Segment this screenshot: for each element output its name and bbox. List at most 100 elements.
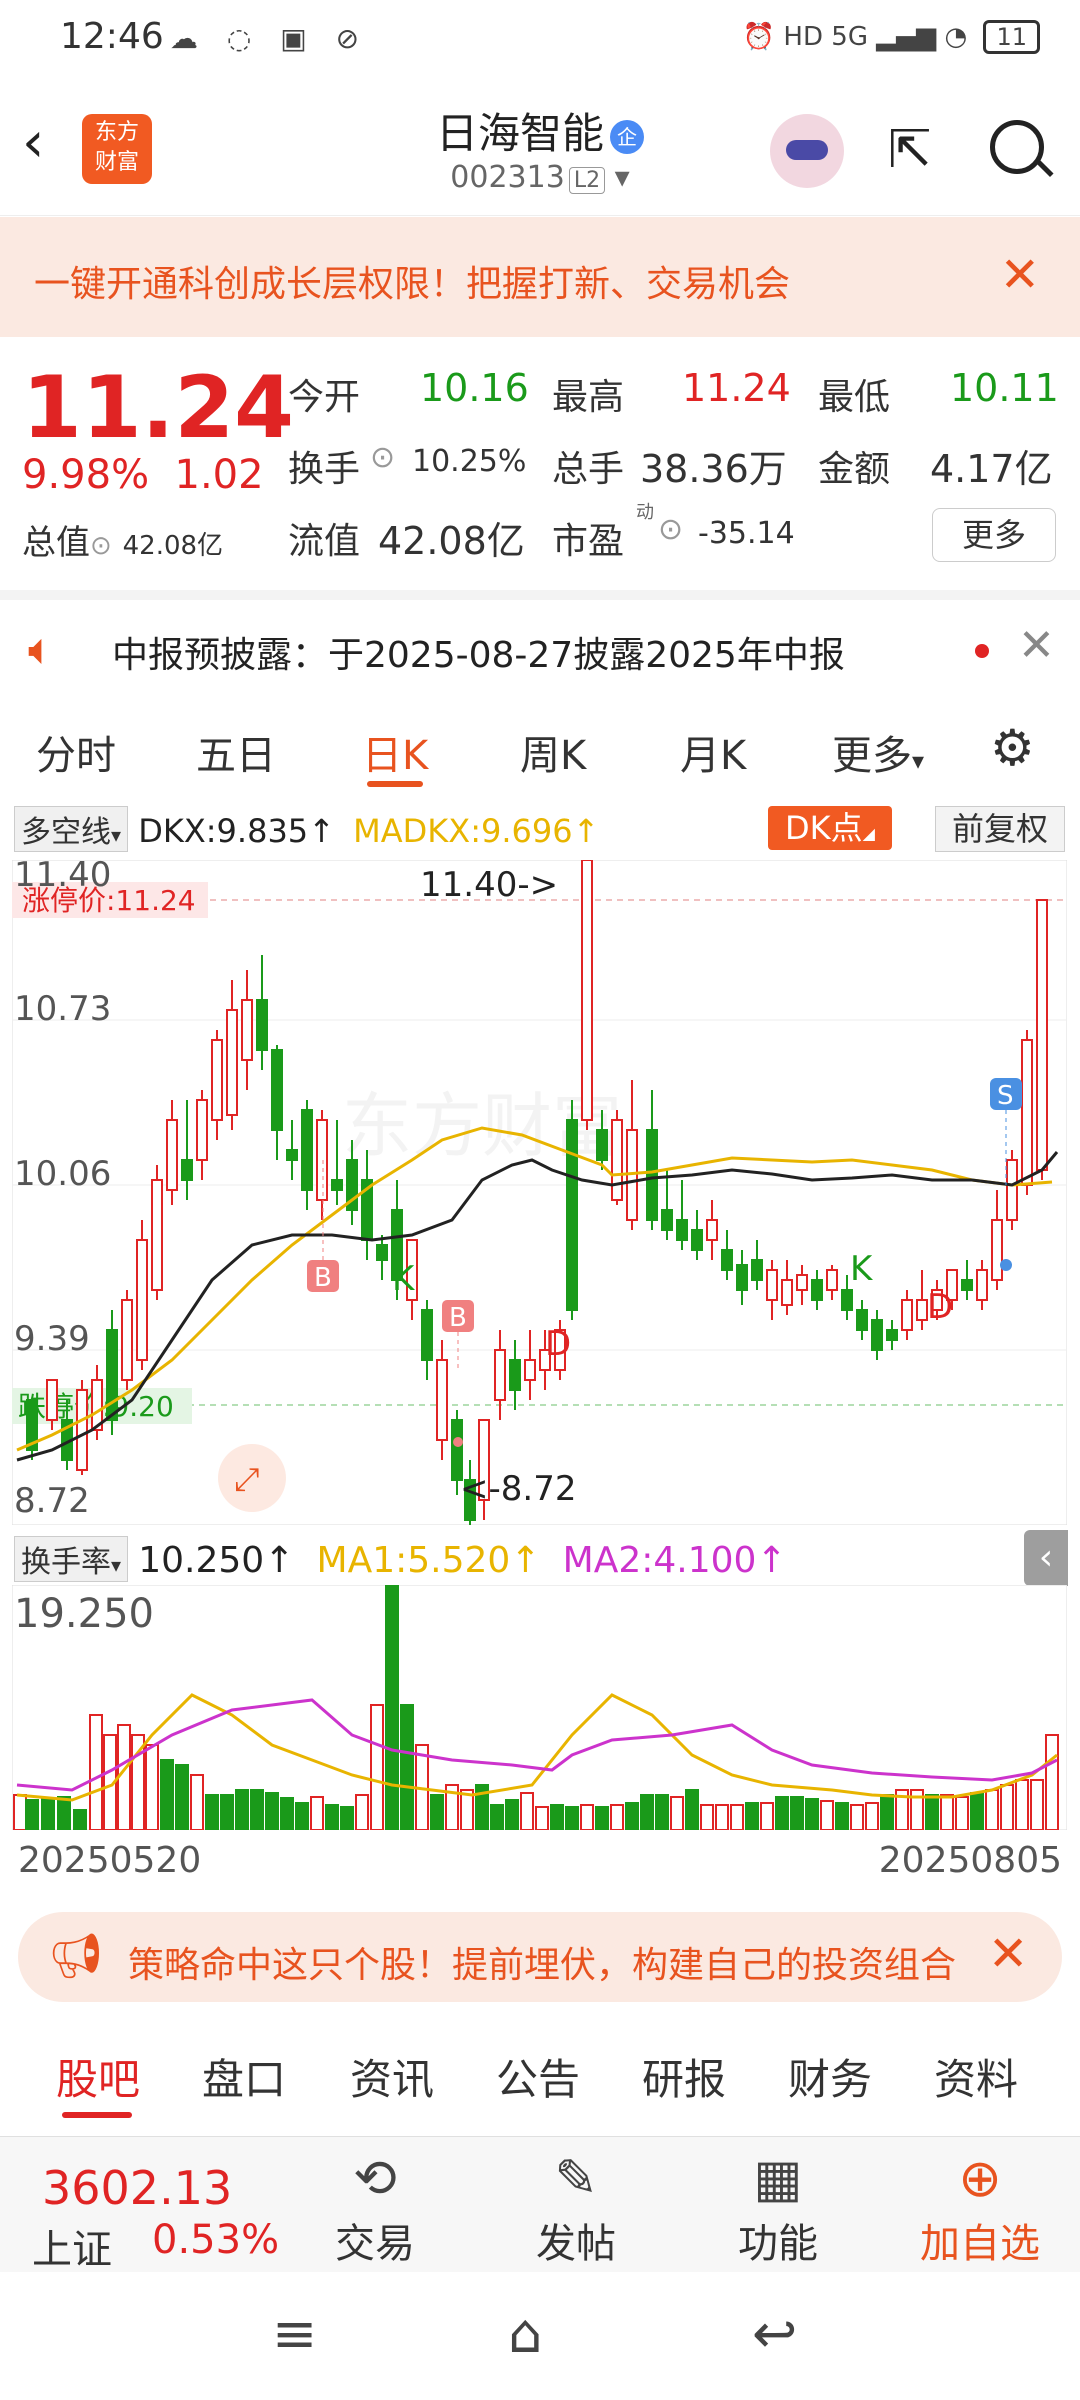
turnover-bar [820, 1800, 834, 1830]
volume-indicator-name: 换手率 [21, 1545, 111, 1580]
high-label: 最高 [552, 377, 625, 418]
candle-body [646, 1129, 658, 1221]
functions-label: 功能 [738, 2221, 818, 2267]
candle-body [856, 1309, 868, 1331]
dk-point-label: DK点 [785, 809, 863, 847]
expand-icon[interactable]: ⤢ [234, 1460, 260, 1498]
turnover-bar [235, 1789, 249, 1830]
tab-profile[interactable]: 资料 [934, 2046, 1018, 2107]
content-tabs: 股吧 盘口 资讯 公告 研报 财务 资料 [0, 2020, 1080, 2130]
pe-label: 市盈 [552, 521, 625, 562]
signal-buy: B [314, 1263, 332, 1293]
battery-icon: 11 [983, 20, 1040, 54]
collapse-arrow-icon[interactable]: ‹ [1024, 1530, 1068, 1586]
share-icon[interactable]: ⇱ [888, 120, 932, 180]
signal-sell: S [997, 1081, 1014, 1111]
turnover-bar [205, 1794, 219, 1830]
strategy-banner[interactable]: 📢︎ 策略命中这只个股！提前埋伏，构建自己的投资组合 ✕ [18, 1912, 1062, 2002]
adjust-button[interactable]: 前复权 [935, 806, 1065, 852]
notice-bar[interactable]: 🔈︎ 中报预披露：于2025-08-27披露2025年中报 ✕ [0, 590, 1080, 702]
tab-daily-k[interactable]: 日K [362, 723, 428, 781]
back-nav-icon[interactable]: ↩ [752, 2302, 797, 2365]
grid-icon: ▦ [753, 2149, 803, 2209]
turnover-bar [220, 1794, 234, 1830]
dropdown-icon: ▾ [111, 1553, 122, 1577]
close-icon[interactable]: ✕ [1000, 247, 1040, 303]
home-icon[interactable]: ⌂ [508, 2302, 542, 2365]
tab-guba[interactable]: 股吧 [56, 2046, 140, 2107]
promo-banner[interactable]: 一键开通科创成长层权限！把握打新、交易机会 ✕ [0, 217, 1080, 337]
tab-more[interactable]: 更多▾ [832, 723, 924, 781]
turnover-bar [940, 1794, 954, 1830]
candle-body [736, 1264, 748, 1291]
tab-finance[interactable]: 财务 [788, 2046, 872, 2107]
candle-body [901, 1299, 913, 1331]
info-icon[interactable]: ⊙ [658, 512, 683, 547]
turnover-bar [715, 1804, 729, 1830]
turnover-bar [850, 1804, 864, 1830]
candle-body [106, 1329, 118, 1421]
stock-code-text: 002313 [450, 160, 565, 195]
status-time: 12:46 [60, 16, 164, 57]
turnover-bar [1015, 1779, 1029, 1830]
yuan-icon: ⟲ [353, 2149, 397, 2209]
tab-announcements[interactable]: 公告 [496, 2046, 580, 2107]
dkx-text: DKX:9.835 [138, 812, 309, 850]
tab-five-day[interactable]: 五日 [196, 723, 276, 781]
add-watchlist-button[interactable]: ⊕ 加自选 [910, 2147, 1050, 2269]
more-button[interactable]: 更多 [932, 508, 1056, 562]
turnover-bar [73, 1809, 87, 1830]
gear-icon[interactable]: ⚙ [990, 719, 1035, 777]
tab-news[interactable]: 资讯 [350, 2046, 434, 2107]
menu-icon[interactable]: ≡ [272, 2302, 317, 2365]
turnover-chart[interactable]: 19.250 [12, 1585, 1067, 1830]
turnover-bar [41, 1797, 55, 1830]
date-end: 20250805 [878, 1840, 1062, 1881]
tab-research[interactable]: 研报 [642, 2046, 726, 2107]
y-label: 11.40 [14, 860, 111, 895]
assistant-avatar-icon[interactable] [770, 114, 844, 188]
tab-pankou[interactable]: 盘口 [202, 2046, 286, 2107]
search-icon[interactable] [990, 120, 1044, 174]
candle-body [76, 1389, 88, 1471]
turnover-bar [355, 1794, 369, 1830]
candle-body [766, 1269, 778, 1301]
high-value: 11.24 [682, 366, 791, 410]
candle-body [121, 1299, 133, 1381]
info-icon[interactable]: ⊙ [90, 531, 112, 561]
turnover-label: 换手 [288, 449, 361, 490]
notice-text: 中报预披露：于2025-08-27披露2025年中报 [112, 635, 845, 676]
turnover-bar [670, 1796, 684, 1830]
dk-point-button[interactable]: DK点◢ [768, 806, 892, 850]
volume-indicator-select[interactable]: 换手率▾ [14, 1536, 129, 1582]
candle-body [566, 1119, 578, 1311]
turnover-bar [640, 1794, 654, 1830]
turnover-bar [370, 1704, 384, 1830]
close-icon[interactable]: ✕ [1018, 620, 1055, 671]
candle-body [151, 1179, 163, 1291]
candle-body [661, 1209, 673, 1231]
close-icon[interactable]: ✕ [988, 1926, 1028, 1982]
mcap-value: 42.08亿 [122, 531, 224, 561]
trade-button[interactable]: ⟲ 交易 [305, 2147, 445, 2269]
candle-body [316, 1119, 328, 1201]
tab-intraday[interactable]: 分时 [36, 723, 116, 781]
candle-body [841, 1289, 853, 1311]
candle-body [991, 1219, 1003, 1281]
info-icon[interactable]: ⊙ [370, 440, 395, 475]
tab-monthly-k[interactable]: 月K [680, 723, 746, 781]
min-price-label: <-8.72 [460, 1469, 576, 1509]
dkx-value: DKX:9.835↑ [138, 812, 335, 850]
candle-body [286, 1149, 298, 1161]
indicator-select[interactable]: 多空线▾ [14, 806, 129, 852]
functions-button[interactable]: ▦ 功能 [708, 2147, 848, 2269]
system-nav-bar: ≡ ⌂ ↩ [0, 2272, 1080, 2400]
turnover-bar [610, 1804, 624, 1830]
turnover-bar [490, 1804, 504, 1830]
tab-weekly-k[interactable]: 周K [520, 723, 586, 781]
speaker-icon: 🔈︎ [28, 624, 55, 675]
kline-chart[interactable]: 东方财富 涨停价:11.24 跌停价:9.20 11.40 10.73 10.0… [12, 860, 1067, 1525]
post-button[interactable]: ✎ 发帖 [506, 2147, 646, 2269]
volume-label: 总手 [552, 449, 625, 490]
volume-y-label: 19.250 [14, 1591, 154, 1637]
